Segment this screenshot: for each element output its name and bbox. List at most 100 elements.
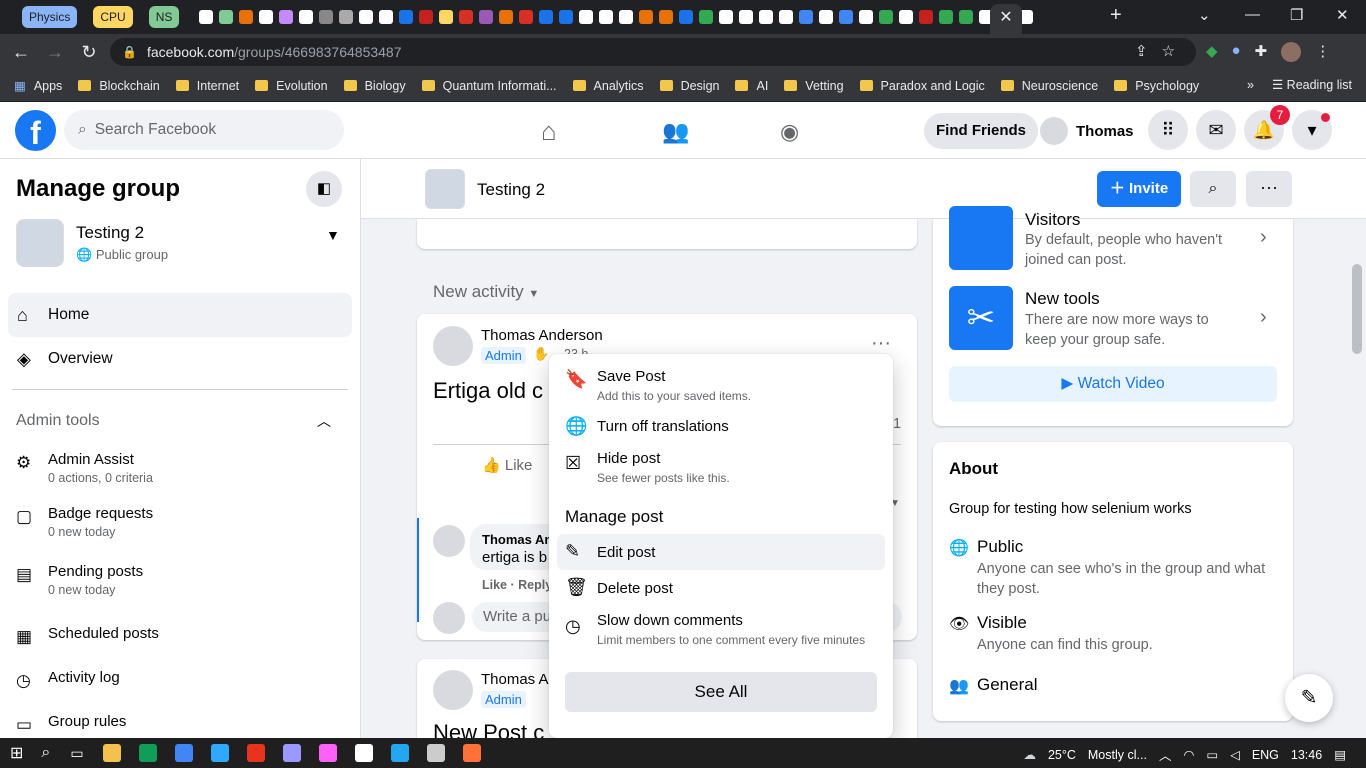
chevron-right-icon[interactable]: › [1260, 226, 1267, 249]
post-options-button[interactable]: ··· [871, 332, 891, 355]
comment-actions[interactable]: Like · Reply [482, 578, 552, 592]
search-box[interactable]: ⌕ [64, 110, 344, 150]
post-author[interactable]: Thomas A [481, 671, 549, 688]
tab-favicon-icon[interactable] [619, 10, 634, 24]
bookmark-folder[interactable]: Vetting [784, 79, 844, 93]
group-thumbnail[interactable] [16, 219, 64, 267]
tab-favicon-icon[interactable] [459, 10, 474, 24]
post-author[interactable]: Thomas Anderson [481, 327, 603, 344]
window-close-icon[interactable]: ✕ [1336, 6, 1349, 24]
taskbar-app-icon[interactable] [102, 744, 121, 762]
taskbar-app-icon[interactable] [462, 744, 481, 762]
invite-button[interactable]: ＋ Invite [1097, 171, 1181, 207]
group-name[interactable]: Testing 2 [477, 180, 545, 200]
bookmark-folder[interactable]: Design [659, 79, 719, 93]
profile-avatar[interactable] [1281, 42, 1302, 62]
tab-favicon-icon[interactable] [259, 10, 274, 24]
see-all-button[interactable]: See All [565, 672, 877, 712]
collapse-sidebar-icon[interactable]: ◧ [306, 171, 342, 207]
weather-text[interactable]: Mostly cl... [1088, 748, 1147, 762]
menu-grid-icon[interactable]: ⠿ [1148, 110, 1188, 150]
wifi-icon[interactable]: ◠ [1183, 747, 1194, 762]
group-search-icon[interactable]: ⌕ [1190, 171, 1236, 207]
menu-item-edit-post[interactable]: ✎ Edit post [557, 534, 885, 570]
forward-icon[interactable]: → [38, 42, 72, 63]
bookmark-folder[interactable]: Blockchain [78, 79, 160, 93]
tab-group-ns[interactable]: NS [148, 6, 180, 28]
new-tab-button[interactable]: + [1110, 4, 1122, 27]
language-indicator[interactable]: ENG [1252, 748, 1279, 762]
tab-favicon-icon[interactable] [599, 10, 614, 24]
tab-favicon-icon[interactable] [479, 10, 494, 24]
friends-nav-icon[interactable]: 👥 [662, 119, 689, 145]
tab-favicon-icon[interactable] [739, 10, 754, 24]
sidebar-item-overview[interactable]: ◈ Overview [8, 337, 352, 381]
group-name[interactable]: Testing 2 [76, 223, 144, 243]
bookmark-apps[interactable]: ▦ Apps [14, 78, 62, 94]
chevron-up-icon[interactable]: ︿ [1159, 745, 1172, 764]
active-tab-close-button[interactable]: ✕ [990, 4, 1022, 34]
menu-item-turn-off-translations[interactable]: 🌐 Turn off translations [557, 410, 885, 442]
tab-favicon-icon[interactable] [719, 10, 734, 24]
tab-favicon-icon[interactable] [539, 10, 554, 24]
tab-favicon-icon[interactable] [279, 10, 294, 24]
tab-favicon-icon[interactable] [939, 10, 954, 24]
chevron-up-icon[interactable]: ︿ [317, 411, 331, 431]
menu-item-hide-post[interactable]: ☒ Hide post See fewer posts like this. [557, 444, 885, 488]
new-tools-title[interactable]: New tools [1025, 289, 1100, 309]
weather-icon[interactable]: ☁ [1023, 747, 1036, 762]
menu-item-slow-down-comments[interactable]: ◷ Slow down comments Limit members to on… [557, 606, 885, 650]
avatar[interactable] [433, 525, 465, 557]
taskbar-app-icon[interactable] [390, 744, 409, 762]
tab-favicon-icon[interactable] [679, 10, 694, 24]
tab-favicon-icon[interactable] [359, 10, 374, 24]
maximize-icon[interactable]: ❐ [1290, 6, 1303, 24]
comment-count[interactable]: 1 [893, 416, 901, 432]
admin-tools-heading[interactable]: Admin tools [16, 412, 100, 430]
bookmarks-overflow-button[interactable]: » [1247, 78, 1254, 92]
tab-favicon-icon[interactable] [339, 10, 354, 24]
clock[interactable]: 13:46 [1291, 748, 1322, 762]
find-friends-button[interactable]: Find Friends [924, 113, 1038, 149]
tab-favicon-icon[interactable] [879, 10, 894, 24]
back-icon[interactable]: ← [4, 42, 38, 63]
taskbar-apps[interactable] [94, 744, 490, 762]
chevron-right-icon[interactable]: › [1260, 306, 1267, 329]
profile-button[interactable]: Thomas [1036, 113, 1134, 149]
tab-favicon-icon[interactable] [839, 10, 854, 24]
messenger-icon[interactable]: ✉ [1196, 110, 1236, 150]
extension-icon-1[interactable]: ◆ [1206, 42, 1218, 62]
minimize-icon[interactable]: — [1245, 6, 1260, 23]
tab-favicon-icon[interactable] [199, 10, 214, 24]
taskbar-app-icon[interactable] [282, 744, 301, 762]
search-icon[interactable]: ⌕ [41, 744, 50, 762]
tab-favicon-icon[interactable] [559, 10, 574, 24]
task-view-icon[interactable]: ▭ [70, 745, 83, 762]
tab-favicon-icon[interactable] [959, 10, 974, 24]
windows-start-icon[interactable]: ⊞ [10, 743, 23, 763]
reading-list-button[interactable]: ☰ Reading list [1272, 77, 1352, 92]
tab-favicon-icon[interactable] [379, 10, 394, 24]
bookmark-folder[interactable]: Psychology [1114, 79, 1199, 93]
menu-item-save-post[interactable]: 🔖 Save Post Add this to your saved items… [557, 360, 885, 404]
taskbar-app-icon[interactable] [354, 744, 373, 762]
facebook-logo[interactable]: f [15, 110, 56, 151]
tab-favicon-icon[interactable] [919, 10, 934, 24]
taskbar-app-icon[interactable] [318, 744, 337, 762]
bookmark-folder[interactable]: Quantum Informati... [421, 79, 557, 93]
tab-favicon-icon[interactable] [699, 10, 714, 24]
avatar[interactable] [433, 326, 473, 366]
groups-nav-icon[interactable]: ◉ [780, 119, 799, 145]
share-icon[interactable]: ⇪ [1135, 42, 1148, 60]
tab-favicon-icon[interactable] [779, 10, 794, 24]
tab-group-cpu[interactable]: CPU [93, 6, 133, 28]
tab-favicon-icon[interactable] [899, 10, 914, 24]
battery-icon[interactable]: ▭ [1206, 747, 1218, 762]
bookmark-folder[interactable]: Paradox and Logic [859, 79, 985, 93]
bookmark-folder[interactable]: Evolution [255, 79, 328, 93]
tab-favicon-icon[interactable] [399, 10, 414, 24]
bookmark-folder[interactable]: Analytics [572, 79, 644, 93]
sidebar-item-home[interactable]: ⌂ Home [8, 293, 352, 337]
avatar[interactable] [433, 670, 473, 710]
home-nav-icon[interactable]: ⌂ [541, 116, 557, 147]
